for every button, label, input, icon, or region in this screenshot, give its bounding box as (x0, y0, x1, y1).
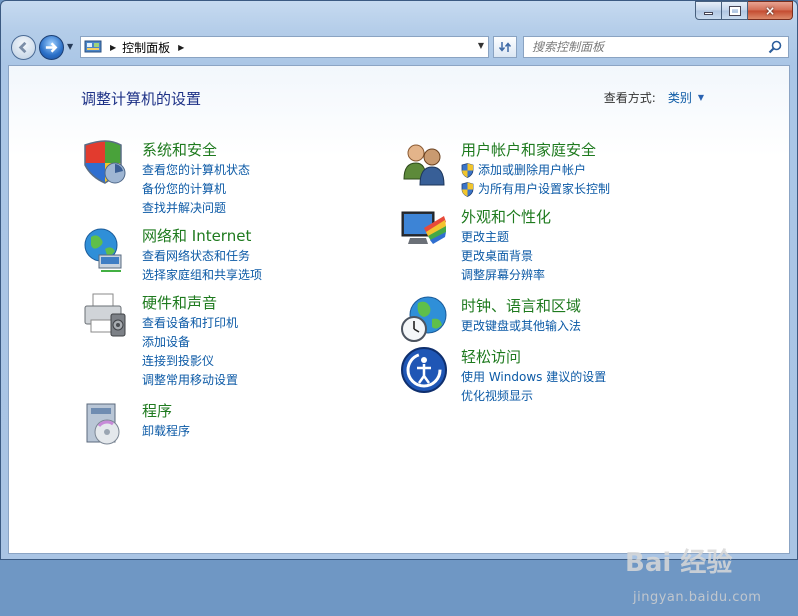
users-icon[interactable] (400, 139, 448, 187)
appearance-icon[interactable] (400, 206, 448, 254)
category-title-hardware-sound[interactable]: 硬件和声音 (142, 292, 217, 313)
breadcrumb-chevron-icon[interactable]: ▶ (178, 43, 184, 52)
network-globe-icon[interactable] (81, 225, 129, 273)
link-change-theme[interactable]: 更改主题 (461, 228, 545, 247)
minimize-button[interactable] (695, 1, 722, 20)
back-button[interactable] (11, 35, 36, 60)
minimize-icon (704, 12, 713, 15)
clock-globe-icon[interactable] (400, 295, 448, 343)
category-links: 使用 Windows 建议的设置 优化视频显示 (461, 368, 606, 406)
category-links: 查看设备和打印机 添加设备 连接到投影仪 调整常用移动设置 (142, 314, 238, 390)
category-title-appearance[interactable]: 外观和个性化 (461, 206, 551, 227)
caption-buttons: × (695, 1, 793, 20)
link-devices-printers[interactable]: 查看设备和打印机 (142, 314, 238, 333)
link-troubleshoot[interactable]: 查找并解决问题 (142, 199, 250, 218)
forward-button[interactable] (39, 35, 64, 60)
programs-icon[interactable] (81, 400, 129, 448)
search-box (523, 36, 789, 58)
link-add-device[interactable]: 添加设备 (142, 333, 238, 352)
content-pane: 调整计算机的设置 查看方式: 类别 ▼ 系统和安全 查看您的计算机状态 备份您的… (8, 65, 790, 605)
breadcrumb-separator-icon[interactable]: ▶ (110, 43, 116, 52)
back-arrow-icon (18, 41, 27, 54)
category-title-user-accounts[interactable]: 用户帐户和家庭安全 (461, 139, 596, 160)
recent-pages-dropdown-icon[interactable]: ▼ (67, 42, 73, 51)
chevron-down-icon[interactable]: ▼ (698, 93, 704, 102)
link-change-input-method[interactable]: 更改键盘或其他输入法 (461, 317, 581, 336)
uac-shield-icon (461, 182, 474, 197)
category-network-internet: 网络和 Internet 查看网络状态和任务 选择家庭组和共享选项 (81, 225, 341, 285)
search-input[interactable] (532, 40, 768, 54)
refresh-icon (498, 42, 512, 52)
window: × ▼ ▶ 控制面板 ▶ ▼ 搜索控制面板 调整计算机的设置 查看方式: 类别 … (0, 0, 798, 605)
category-links: 添加或删除用户帐户 为所有用户设置家长控制 (461, 161, 610, 199)
view-by: 查看方式: 类别 ▼ (604, 89, 704, 106)
baidu-watermark: Bai 经验 jingyan.baidu.com (615, 540, 783, 616)
link-view-network-status[interactable]: 查看网络状态和任务 (142, 247, 262, 266)
category-ease-of-access: 轻松访问 使用 Windows 建议的设置 优化视频显示 (400, 346, 700, 406)
link-change-background[interactable]: 更改桌面背景 (461, 247, 545, 266)
address-bar[interactable]: ▶ 控制面板 ▶ ▼ (80, 36, 489, 58)
maximize-icon (728, 5, 741, 16)
shield-icon[interactable] (81, 139, 129, 187)
title-bar[interactable]: × (1, 1, 797, 31)
ease-of-access-icon[interactable] (400, 346, 448, 394)
refresh-button[interactable] (493, 36, 517, 58)
uac-shield-icon (461, 163, 474, 178)
search-icon[interactable] (768, 40, 782, 54)
forward-arrow-icon (45, 42, 58, 53)
category-system-security: 系统和安全 查看您的计算机状态 备份您的计算机 查找并解决问题 (81, 139, 341, 219)
category-clock-language-region: 时钟、语言和区域 更改键盘或其他输入法 (400, 295, 700, 345)
category-links: 查看您的计算机状态 备份您的计算机 查找并解决问题 (142, 161, 250, 218)
link-screen-resolution[interactable]: 调整屏幕分辨率 (461, 266, 545, 285)
breadcrumb-control-panel[interactable]: 控制面板 (122, 39, 170, 56)
category-title-programs[interactable]: 程序 (142, 400, 172, 421)
link-mobility-settings[interactable]: 调整常用移动设置 (142, 371, 238, 390)
category-title-network-internet[interactable]: 网络和 Internet (142, 225, 251, 246)
category-links: 查看网络状态和任务 选择家庭组和共享选项 (142, 247, 262, 285)
category-links: 更改键盘或其他输入法 (461, 317, 581, 336)
category-title-clock-language-region[interactable]: 时钟、语言和区域 (461, 295, 581, 316)
link-label: 添加或删除用户帐户 (478, 163, 587, 177)
link-check-computer-status[interactable]: 查看您的计算机状态 (142, 161, 250, 180)
link-uninstall-program[interactable]: 卸载程序 (142, 422, 190, 441)
category-links: 更改主题 更改桌面背景 调整屏幕分辨率 (461, 228, 545, 285)
category-title-ease-of-access[interactable]: 轻松访问 (461, 346, 521, 367)
link-backup-computer[interactable]: 备份您的计算机 (142, 180, 250, 199)
category-links: 卸载程序 (142, 422, 190, 441)
category-programs: 程序 卸载程序 (81, 400, 341, 450)
navigation-bar: ▼ ▶ 控制面板 ▶ ▼ (1, 31, 797, 65)
link-connect-projector[interactable]: 连接到投影仪 (142, 352, 238, 371)
watermark-brand: Bai 经验 (625, 548, 733, 578)
watermark-url: jingyan.baidu.com (633, 590, 762, 605)
link-homegroup-sharing[interactable]: 选择家庭组和共享选项 (142, 266, 262, 285)
link-optimize-display[interactable]: 优化视频显示 (461, 387, 606, 406)
close-button[interactable]: × (748, 1, 793, 20)
view-by-label: 查看方式: (603, 91, 656, 105)
close-icon: × (764, 3, 776, 18)
category-user-accounts: 用户帐户和家庭安全 添加或删除用户帐户 为所有用户设置家长控制 (400, 139, 700, 199)
link-label: 为所有用户设置家长控制 (478, 182, 611, 196)
category-title-system-security[interactable]: 系统和安全 (142, 139, 217, 160)
printer-icon[interactable] (81, 292, 129, 340)
page-title: 调整计算机的设置 (81, 90, 202, 108)
category-hardware-sound: 硬件和声音 查看设备和打印机 添加设备 连接到投影仪 调整常用移动设置 (81, 292, 341, 392)
link-parental-controls[interactable]: 为所有用户设置家长控制 (461, 180, 610, 199)
link-recommended-settings[interactable]: 使用 Windows 建议的设置 (461, 368, 606, 387)
address-dropdown-icon[interactable]: ▼ (478, 41, 484, 50)
control-panel-icon (84, 40, 102, 53)
maximize-button[interactable] (722, 1, 748, 20)
view-by-dropdown[interactable]: 类别 (668, 89, 692, 106)
link-add-remove-users[interactable]: 添加或删除用户帐户 (461, 161, 610, 180)
category-appearance: 外观和个性化 更改主题 更改桌面背景 调整屏幕分辨率 (400, 206, 700, 286)
